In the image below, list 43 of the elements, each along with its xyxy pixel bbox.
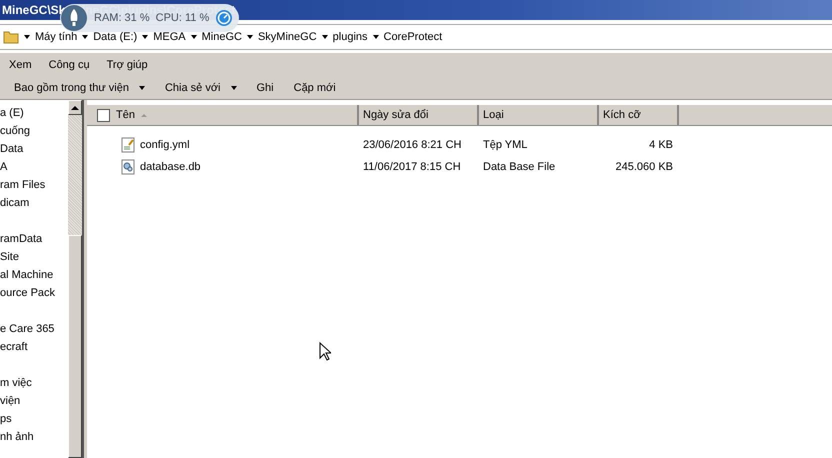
nav-item[interactable]: ramData [0, 233, 42, 245]
file-name[interactable]: config.yml [140, 139, 190, 151]
breadcrumb-item[interactable]: MineGC [202, 31, 242, 43]
date-modified: 23/06/2016 8:21 CH [363, 139, 462, 151]
column-header[interactable]: Kích cỡ [599, 105, 679, 126]
nav-item[interactable]: ource Pack [0, 287, 56, 299]
nav-item[interactable]: A [0, 161, 8, 173]
column-header[interactable]: Ngày sửa đổi [359, 105, 479, 126]
file-name[interactable]: database.db [140, 161, 201, 173]
file-type: Data Base File [483, 161, 556, 173]
breadcrumb-item[interactable]: SkyMineGC [258, 31, 317, 43]
breadcrumb-item[interactable]: CoreProtect [384, 31, 442, 43]
nav-item[interactable]: dicam [0, 197, 30, 209]
date-modified: 11/06/2017 8:15 CH [363, 161, 461, 173]
file-size: 245.060 KB [616, 161, 673, 173]
nav-item[interactable]: ecraft [0, 341, 28, 353]
toolbar-button[interactable]: Ghi [248, 78, 282, 96]
nav-item[interactable]: cuống [0, 125, 30, 137]
toolbar-button[interactable]: Cặp mới [286, 78, 344, 96]
nav-item[interactable]: Data [0, 143, 24, 155]
breadcrumb-item[interactable]: Máy tính [35, 31, 78, 43]
file-size: 4 KB [649, 139, 673, 151]
nav-item[interactable]: m việc [0, 377, 32, 389]
nav-item[interactable]: al Machine [0, 269, 54, 281]
nav-item[interactable]: e Care 365 [0, 323, 54, 335]
breadcrumb-item[interactable]: Data (E:) [93, 31, 138, 43]
column-header[interactable]: Loại [479, 105, 599, 126]
breadcrumb-item[interactable]: MEGA [153, 31, 186, 43]
address-bar[interactable]: Máy tính Data (E:) MEGA MineGC SkyMineGC plugins CoreProtect [0, 24, 832, 50]
nav-item[interactable]: nh ảnh [0, 431, 34, 443]
menu-item[interactable]: Trợ giúp [106, 58, 148, 70]
nav-item[interactable]: ram Files [0, 179, 46, 191]
nav-item[interactable]: viện [0, 395, 20, 407]
breadcrumb-item[interactable]: plugins [332, 31, 368, 43]
menu-item[interactable]: Xem [9, 58, 32, 70]
menu-item[interactable]: Công cụ [48, 58, 90, 70]
column-header[interactable]: Tên [87, 105, 359, 126]
toolbar-button[interactable]: Bao gồm trong thư viện [6, 78, 153, 96]
nav-item[interactable]: Site [0, 251, 19, 263]
nav-item[interactable]: ps [0, 413, 12, 425]
toolbar-button[interactable]: Chia sẻ với [156, 78, 244, 96]
nav-item[interactable]: a (E) [0, 107, 24, 119]
file-type: Tệp YML [483, 139, 528, 151]
